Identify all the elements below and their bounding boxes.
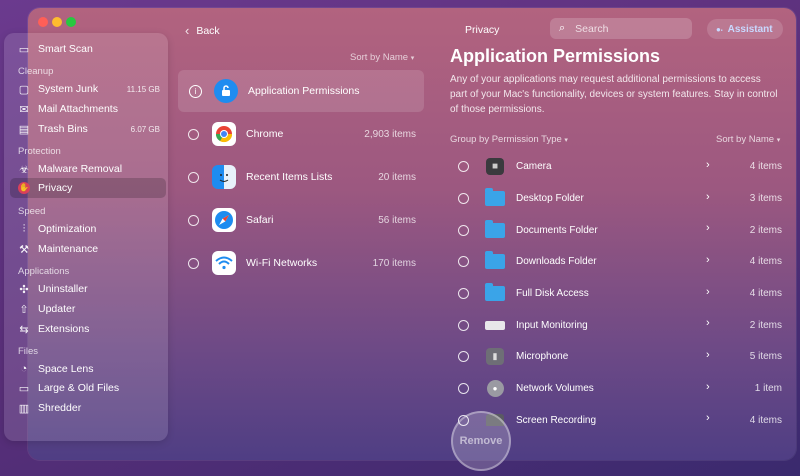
permission-count: 4 items xyxy=(749,256,782,267)
permission-count: 2 items xyxy=(749,225,782,236)
permission-label: Documents Folder xyxy=(516,225,598,236)
radio-button[interactable] xyxy=(458,320,469,331)
remove-button[interactable]: Remove xyxy=(451,411,511,471)
permission-row-desktop-folder[interactable]: Desktop Folder 3 items xyxy=(450,183,782,214)
chevron-right-icon[interactable]: › xyxy=(706,349,710,361)
chevron-right-icon[interactable]: › xyxy=(706,191,710,203)
folder-icon xyxy=(485,283,505,302)
permission-row-camera[interactable]: ■ Camera 4 items xyxy=(450,151,782,182)
radio-button[interactable] xyxy=(458,351,469,362)
permissions-list: ■ Camera 4 items Desktop Folder 3 items … xyxy=(0,0,800,426)
radio-button[interactable] xyxy=(458,193,469,204)
radio-button[interactable] xyxy=(458,161,469,172)
chevron-right-icon[interactable]: › xyxy=(706,412,710,424)
chevron-right-icon[interactable]: › xyxy=(706,381,710,393)
chevron-right-icon[interactable]: › xyxy=(706,286,710,298)
radio-button[interactable] xyxy=(458,225,469,236)
chevron-right-icon[interactable]: › xyxy=(706,159,710,171)
permission-count: 1 item xyxy=(754,383,782,394)
permission-row-downloads-folder[interactable]: Downloads Folder 4 items xyxy=(450,246,782,277)
folder-icon xyxy=(485,251,505,270)
permission-label: Microphone xyxy=(516,351,569,362)
microphone-icon: ▮ xyxy=(485,348,505,365)
chevron-right-icon[interactable]: › xyxy=(706,254,710,266)
permission-label: Input Monitoring xyxy=(516,320,588,331)
permission-row-full-disk-access[interactable]: Full Disk Access 4 items xyxy=(450,278,782,309)
radio-button[interactable] xyxy=(458,288,469,299)
permission-count: 4 items xyxy=(749,288,782,299)
camera-icon: ■ xyxy=(485,158,505,175)
permission-count: 4 items xyxy=(749,415,782,426)
permission-row-network-volumes[interactable]: ● Network Volumes 1 item xyxy=(450,373,782,404)
radio-button[interactable] xyxy=(458,256,469,267)
permission-row-input-monitoring[interactable]: Input Monitoring 2 items xyxy=(450,310,782,341)
chevron-right-icon[interactable]: › xyxy=(706,222,710,234)
folder-icon xyxy=(485,220,505,239)
permission-count: 4 items xyxy=(749,161,782,172)
permission-row-documents-folder[interactable]: Documents Folder 2 items xyxy=(450,215,782,246)
permission-row-microphone[interactable]: ▮ Microphone 5 items xyxy=(450,341,782,372)
permission-label: Camera xyxy=(516,161,552,172)
permission-count: 5 items xyxy=(749,351,782,362)
permission-label: Desktop Folder xyxy=(516,193,584,204)
keyboard-icon xyxy=(485,317,505,334)
network-lock-icon: ● xyxy=(485,380,505,397)
permission-label: Screen Recording xyxy=(516,415,597,426)
folder-icon xyxy=(485,188,505,207)
chevron-right-icon[interactable]: › xyxy=(706,317,710,329)
permission-label: Downloads Folder xyxy=(516,256,597,267)
permission-label: Full Disk Access xyxy=(516,288,589,299)
permission-count: 2 items xyxy=(749,320,782,331)
radio-button[interactable] xyxy=(458,383,469,394)
permission-label: Network Volumes xyxy=(516,383,594,394)
permission-count: 3 items xyxy=(749,193,782,204)
